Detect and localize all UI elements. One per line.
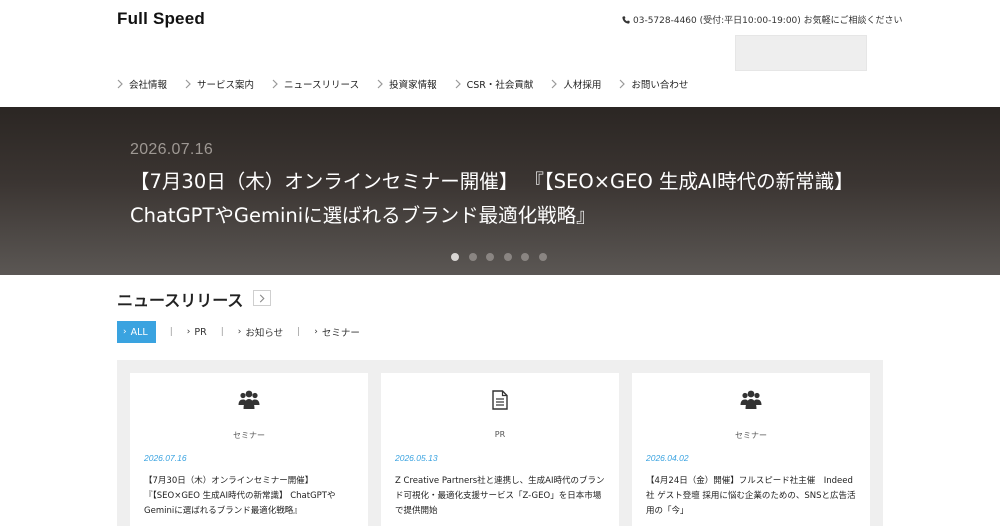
filter-label: セミナー	[321, 328, 360, 339]
filter-pr[interactable]: › PR	[187, 327, 207, 338]
slider-dot-4[interactable]	[503, 253, 512, 261]
more-news-button[interactable]	[253, 290, 271, 306]
phone-icon	[622, 16, 630, 24]
nav-item-csr[interactable]: CSR・社会貢献	[455, 77, 534, 91]
chevron-right-icon: ›	[237, 327, 242, 337]
nav-item-investors[interactable]: 投資家情報	[377, 77, 437, 91]
chevron-right-icon	[259, 294, 265, 302]
news-card-list: セミナー 2026.07.16 【7月30日（木）オンラインセミナー開催】 『【…	[117, 360, 883, 526]
card-title[interactable]: 【7月30日（木）オンラインセミナー開催】 『【SEO×GEO 生成AI時代の新…	[144, 474, 356, 519]
filter-seminar[interactable]: › セミナー	[314, 325, 360, 339]
chevron-right-icon: ›	[123, 327, 127, 337]
news-card[interactable]: PR 2026.05.13 Z Creative Partners社と連携し、生…	[381, 373, 619, 526]
nav-item-label: ニュースリリース	[284, 80, 360, 91]
nav-item-recruit[interactable]: 人材採用	[551, 77, 601, 91]
filter-notice[interactable]: › お知らせ	[238, 325, 283, 339]
filter-all[interactable]: › ALL	[117, 321, 156, 343]
news-card[interactable]: セミナー 2026.04.02 【4月24日（金）開催】フルスピード社主催 In…	[632, 373, 870, 526]
nav-item-label: 人材採用	[563, 80, 602, 91]
filter-label: ALL	[130, 326, 148, 338]
news-filter-tabs: › ALL | › PR | › お知らせ | › セミナー	[117, 321, 360, 343]
nav-item-label: お問い合わせ	[631, 80, 689, 91]
chevron-right-icon	[117, 79, 123, 89]
contact-text: 03-5728-4460 (受付:平日10:00-19:00) お気軽にご相談く…	[633, 16, 903, 26]
card-title[interactable]: 【4月24日（金）開催】フルスピード社主催 Indeed社 ゲスト登壇 採用に悩…	[646, 474, 858, 519]
section-title: ニュースリリース	[117, 291, 244, 310]
slider-dots	[451, 253, 556, 261]
site-logo[interactable]: Full Speed	[117, 9, 205, 29]
filter-label: PR	[194, 326, 207, 338]
filter-label: お知らせ	[245, 328, 284, 339]
nav-item-label: 会社情報	[129, 80, 168, 91]
nav-item-services[interactable]: サービス案内	[185, 77, 254, 91]
people-icon	[238, 390, 260, 409]
global-nav: 会社情報 サービス案内 ニュースリリース 投資家情報 CSR・社会貢献 人材採用…	[117, 76, 706, 92]
card-category: セミナー	[233, 431, 265, 440]
chevron-right-icon: ›	[186, 327, 191, 337]
divider: |	[220, 327, 224, 337]
hero-title[interactable]: 【7月30日（木）オンラインセミナー開催】 『【SEO×GEO 生成AI時代の新…	[130, 165, 890, 233]
contact-info: 03-5728-4460 (受付:平日10:00-19:00) お気軽にご相談く…	[622, 13, 902, 26]
chevron-right-icon	[377, 79, 383, 89]
slider-dot-5[interactable]	[521, 253, 529, 261]
slider-dot-1[interactable]	[451, 253, 459, 261]
nav-item-news[interactable]: ニュースリリース	[272, 77, 359, 91]
chevron-right-icon	[455, 79, 461, 89]
chevron-right-icon	[185, 79, 191, 89]
chevron-right-icon	[551, 79, 558, 89]
people-icon	[740, 390, 762, 409]
nav-item-label: 投資家情報	[389, 80, 437, 91]
document-icon	[492, 390, 508, 410]
nav-item-contact[interactable]: お問い合わせ	[619, 77, 688, 91]
card-date: 2026.07.16	[144, 453, 187, 463]
slider-dot-3[interactable]	[486, 253, 494, 261]
slider-dot-2[interactable]	[468, 253, 477, 261]
news-card[interactable]: セミナー 2026.07.16 【7月30日（木）オンラインセミナー開催】 『【…	[130, 373, 368, 526]
card-category: セミナー	[735, 431, 767, 440]
divider: |	[169, 327, 173, 337]
card-date: 2026.05.13	[395, 453, 438, 463]
divider: |	[297, 327, 301, 337]
hero-date: 2026.07.16	[130, 141, 214, 158]
hero-slider[interactable]: 2026.07.16 【7月30日（木）オンラインセミナー開催】 『【SEO×G…	[0, 107, 1000, 275]
chevron-right-icon: ›	[314, 327, 318, 337]
chevron-right-icon	[619, 79, 626, 89]
card-category: PR	[494, 430, 506, 439]
chevron-right-icon	[272, 79, 278, 89]
nav-item-company[interactable]: 会社情報	[117, 77, 167, 91]
nav-item-label: CSR・社会貢献	[466, 80, 534, 91]
card-title[interactable]: Z Creative Partners社と連携し、生成AI時代のブランド可視化・…	[395, 474, 607, 519]
card-date: 2026.04.02	[646, 453, 689, 463]
slider-dot-6[interactable]	[538, 253, 547, 261]
nav-item-label: サービス案内	[197, 80, 255, 91]
search-box[interactable]	[735, 35, 867, 71]
